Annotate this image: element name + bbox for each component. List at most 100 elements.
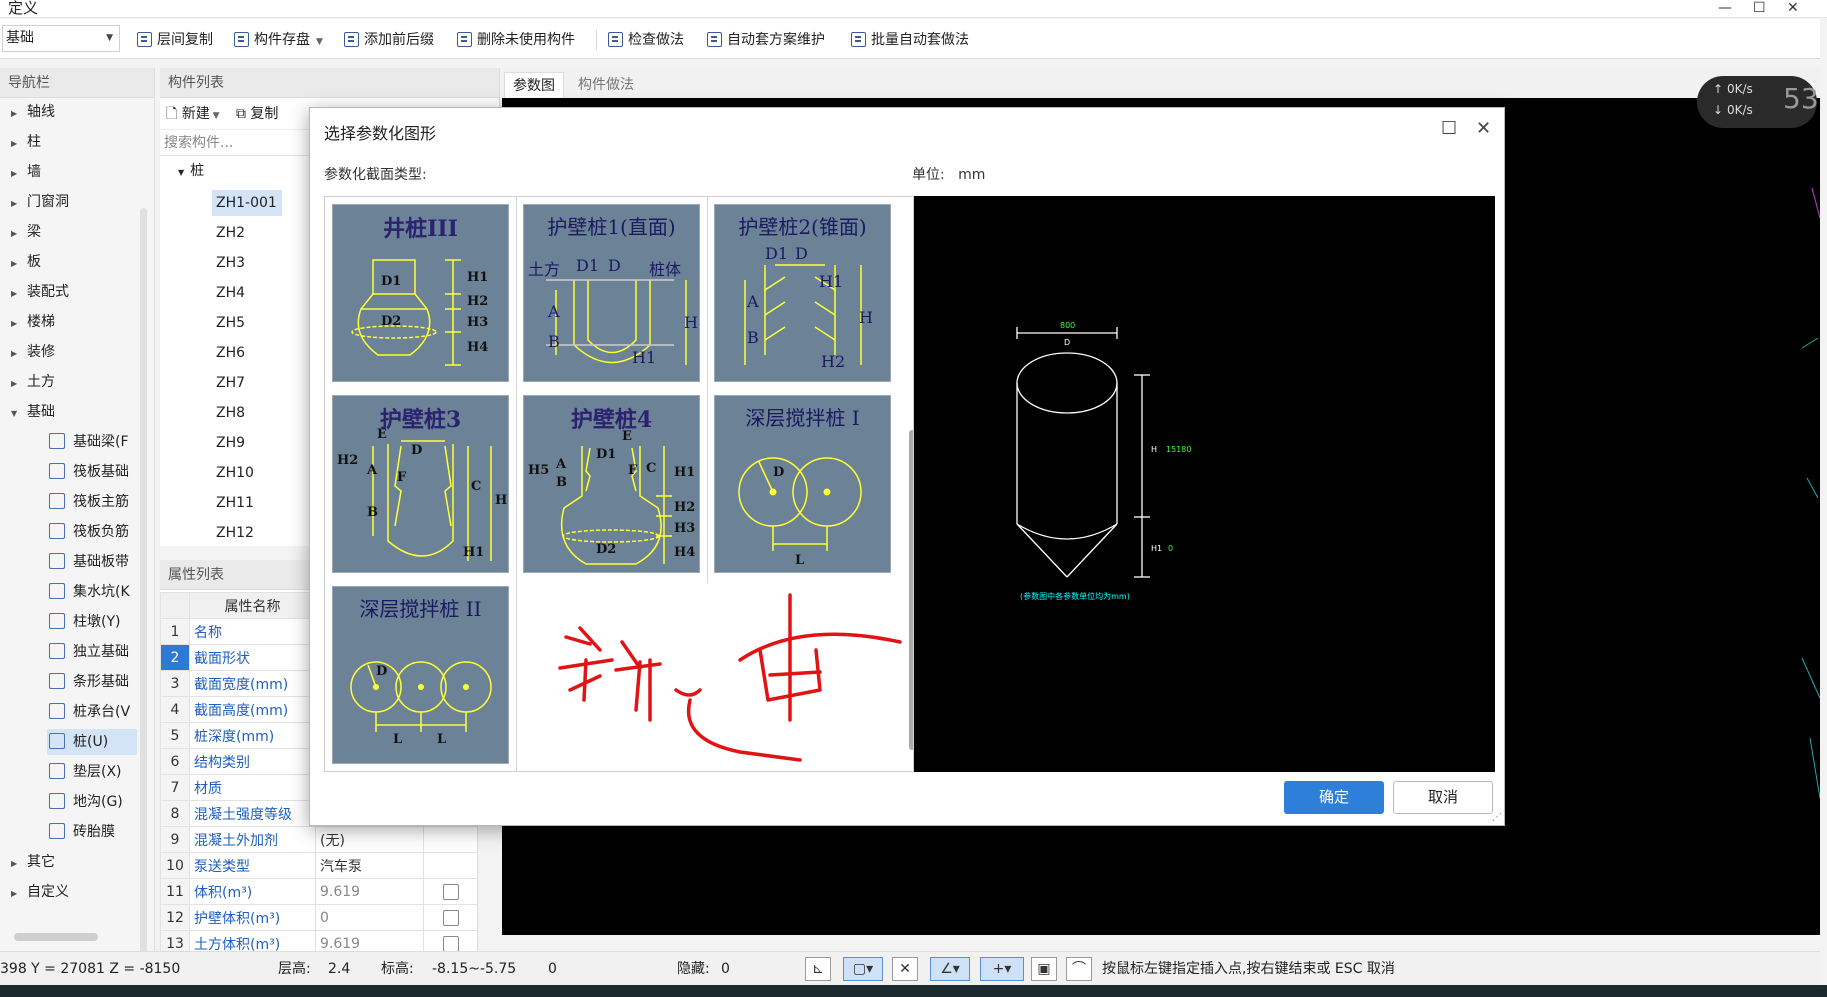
component-item[interactable]: ZH1-001 bbox=[212, 190, 282, 216]
dialog-maximize-button[interactable]: ☐ bbox=[1441, 118, 1457, 139]
component-item[interactable]: ZH9 bbox=[212, 430, 282, 456]
component-item[interactable]: ZH2 bbox=[212, 220, 282, 246]
display-icon[interactable]: ▣ bbox=[1031, 957, 1057, 981]
dialog-close-button[interactable]: ✕ bbox=[1476, 118, 1491, 139]
copy-button[interactable]: ⧉ 复制 bbox=[236, 106, 278, 122]
nav-sub-trench[interactable]: 地沟(G) bbox=[49, 789, 139, 815]
nav-sub-brick-mold[interactable]: 砖胎膜 bbox=[49, 819, 139, 845]
chevron-down-icon: ▼ bbox=[209, 111, 220, 121]
nav-item-custom[interactable]: ▶ 自定义 bbox=[0, 879, 69, 905]
chevron-right-icon: ▶ bbox=[11, 889, 18, 898]
nav-item-prefab[interactable]: ▶ 装配式 bbox=[0, 279, 69, 305]
nav-sub-pile[interactable]: 桩(U) bbox=[47, 729, 137, 755]
nav-item-foundation[interactable]: ▼ 基础 bbox=[0, 399, 55, 425]
add-prefix-suffix-button[interactable]: 添加前后缀 bbox=[344, 29, 434, 51]
chevron-down-icon: ▼ bbox=[178, 168, 185, 177]
arc-icon[interactable]: ⌒ bbox=[1066, 957, 1092, 981]
component-item[interactable]: ZH7 bbox=[212, 370, 282, 396]
nav-sub-label: 桩承台(V bbox=[73, 704, 131, 720]
close-button[interactable]: ✕ bbox=[1787, 0, 1799, 16]
nav-item-earthwork[interactable]: ▶ 土方 bbox=[0, 369, 55, 395]
nav-sub-label: 基础板带 bbox=[73, 554, 129, 570]
property-value[interactable]: (无) bbox=[315, 826, 424, 853]
nav-sub-label: 桩(U) bbox=[73, 734, 109, 750]
nav-sub-cushion[interactable]: 垫层(X) bbox=[49, 759, 139, 785]
angle-icon[interactable]: ∠▾ bbox=[930, 957, 970, 981]
tab-parameter-diagram[interactable]: 参数图 bbox=[504, 72, 564, 98]
component-item[interactable]: ZH10 bbox=[212, 460, 282, 486]
nav-item-slab[interactable]: ▶ 板 bbox=[0, 249, 41, 275]
tree-root-pile[interactable]: ▼ 桩 bbox=[178, 160, 204, 180]
nav-sub-foundation-beam[interactable]: 基础梁(F bbox=[49, 429, 139, 455]
property-checkbox[interactable] bbox=[442, 935, 459, 951]
nav-item-stairs[interactable]: ▶ 楼梯 bbox=[0, 309, 55, 335]
auto-scheme-button[interactable]: 自动套方案维护 bbox=[707, 29, 825, 51]
shape-tile-retaining-pile-4[interactable]: E D1 H5 A B F C H1 H2 D2 H3 H4 护壁桩4 bbox=[523, 395, 700, 573]
property-name: 截面宽度(mm) bbox=[189, 670, 316, 697]
table-row[interactable]: 12 护壁体积(m³) 0 bbox=[160, 904, 477, 931]
dynamic-input-icon[interactable]: +▾ bbox=[980, 957, 1024, 981]
component-item[interactable]: ZH12 bbox=[212, 520, 282, 546]
delete-unused-button[interactable]: 删除未使用构件 bbox=[457, 29, 575, 51]
nav-sub-raft[interactable]: 筏板基础 bbox=[49, 459, 139, 485]
nav-sub-strip[interactable]: 基础板带 bbox=[49, 549, 139, 575]
table-row[interactable]: 13 土方体积(m³) 9.619 bbox=[160, 930, 477, 951]
component-item[interactable]: ZH6 bbox=[212, 340, 282, 366]
property-checkbox[interactable] bbox=[442, 909, 459, 926]
minimize-button[interactable]: — bbox=[1718, 0, 1732, 16]
nav-sub-pile-cap[interactable]: 桩承台(V bbox=[49, 699, 139, 725]
network-speed-widget: ↑ 0K/s ↓ 0K/s 53 bbox=[1697, 76, 1819, 128]
nav-horizontal-scrollbar[interactable] bbox=[14, 933, 98, 941]
save-component-button[interactable]: 构件存盘 ▼ bbox=[234, 29, 323, 51]
shape-tile-deep-mixing-pile-2[interactable]: D L L 深层搅拌桩 II bbox=[332, 586, 509, 764]
batch-auto-button[interactable]: 批量自动套做法 bbox=[851, 29, 969, 51]
nav-item-beam[interactable]: ▶ 梁 bbox=[0, 219, 41, 245]
tile-label: D bbox=[411, 443, 422, 458]
nav-item-other[interactable]: ▶ 其它 bbox=[0, 849, 55, 875]
table-row[interactable]: 9 混凝土外加剂 (无) bbox=[160, 826, 477, 853]
shape-tile-deep-mixing-pile-1[interactable]: D L 深层搅拌桩 I bbox=[714, 395, 891, 573]
table-row[interactable]: 10 泵送类型 汽车泵 bbox=[160, 852, 477, 879]
property-checkbox[interactable] bbox=[442, 883, 459, 900]
nav-sub-isolated[interactable]: 独立基础 bbox=[49, 639, 139, 665]
tile-label: 桩体 bbox=[649, 260, 681, 279]
chevron-right-icon: ▶ bbox=[11, 859, 18, 868]
snap-icon[interactable]: ▢▾ bbox=[843, 957, 883, 981]
component-item[interactable]: ZH4 bbox=[212, 280, 282, 306]
component-item[interactable]: ZH11 bbox=[212, 490, 282, 516]
nav-item-openings[interactable]: ▶ 门窗洞 bbox=[0, 189, 69, 215]
row-number: 1 bbox=[160, 618, 190, 645]
table-row[interactable]: 11 体积(m³) 9.619 bbox=[160, 878, 477, 905]
nav-sub-strip-footing[interactable]: 条形基础 bbox=[49, 669, 139, 695]
nav-item-wall[interactable]: ▶ 墙 bbox=[0, 159, 41, 185]
component-item[interactable]: ZH3 bbox=[212, 250, 282, 276]
maximize-button[interactable]: ☐ bbox=[1753, 0, 1766, 16]
resize-grip-icon[interactable]: ⋰ bbox=[1492, 812, 1502, 823]
shape-tile-retaining-pile-3[interactable]: E D H2 A F C H B H1 护壁桩3 bbox=[332, 395, 509, 573]
component-item[interactable]: ZH5 bbox=[212, 310, 282, 336]
check-method-button[interactable]: 检查做法 bbox=[608, 29, 684, 51]
nav-sub-raft-main-bar[interactable]: 筏板主筋 bbox=[49, 489, 139, 515]
ortho-icon[interactable]: ⊾ bbox=[805, 957, 831, 981]
nav-item-axis[interactable]: ▶ 轴线 bbox=[0, 99, 55, 125]
nav-item-column[interactable]: ▶ 柱 bbox=[0, 129, 41, 155]
tab-component-method[interactable]: 构件做法 bbox=[570, 72, 642, 98]
tile-label: H2 bbox=[674, 500, 695, 515]
nav-scrollbar[interactable] bbox=[140, 208, 147, 988]
new-button[interactable]: 🗋 新建 ▼ bbox=[166, 106, 220, 122]
nav-sub-pier[interactable]: 柱墩(Y) bbox=[49, 609, 139, 635]
nav-sub-sump[interactable]: 集水坑(K bbox=[49, 579, 139, 605]
shape-tile-retaining-pile-2[interactable]: D1 D H1 A H B H2 护壁桩2(锥面) bbox=[714, 204, 891, 382]
copy-between-floors-button[interactable]: 层间复制 bbox=[137, 29, 213, 51]
ok-button[interactable]: 确定 bbox=[1284, 781, 1384, 814]
tile-label: 土方 bbox=[528, 260, 560, 279]
component-item[interactable]: ZH8 bbox=[212, 400, 282, 426]
floor-type-select[interactable]: 基础 ▼ bbox=[2, 25, 120, 52]
nav-sub-raft-neg-bar[interactable]: 筏板负筋 bbox=[49, 519, 139, 545]
nav-item-decoration[interactable]: ▶ 装修 bbox=[0, 339, 55, 365]
cross-icon[interactable]: ✕ bbox=[892, 957, 918, 981]
cancel-button[interactable]: 取消 bbox=[1393, 781, 1493, 814]
property-value[interactable]: 汽车泵 bbox=[315, 852, 424, 879]
shape-tile-retaining-pile-1[interactable]: 土方 D1 D 桩体 A B H H1 护壁桩1(直面) bbox=[523, 204, 700, 382]
shape-tile-well-pile-3[interactable]: D1 D2 H1 H2 H3 H4 井桩III bbox=[332, 204, 509, 382]
